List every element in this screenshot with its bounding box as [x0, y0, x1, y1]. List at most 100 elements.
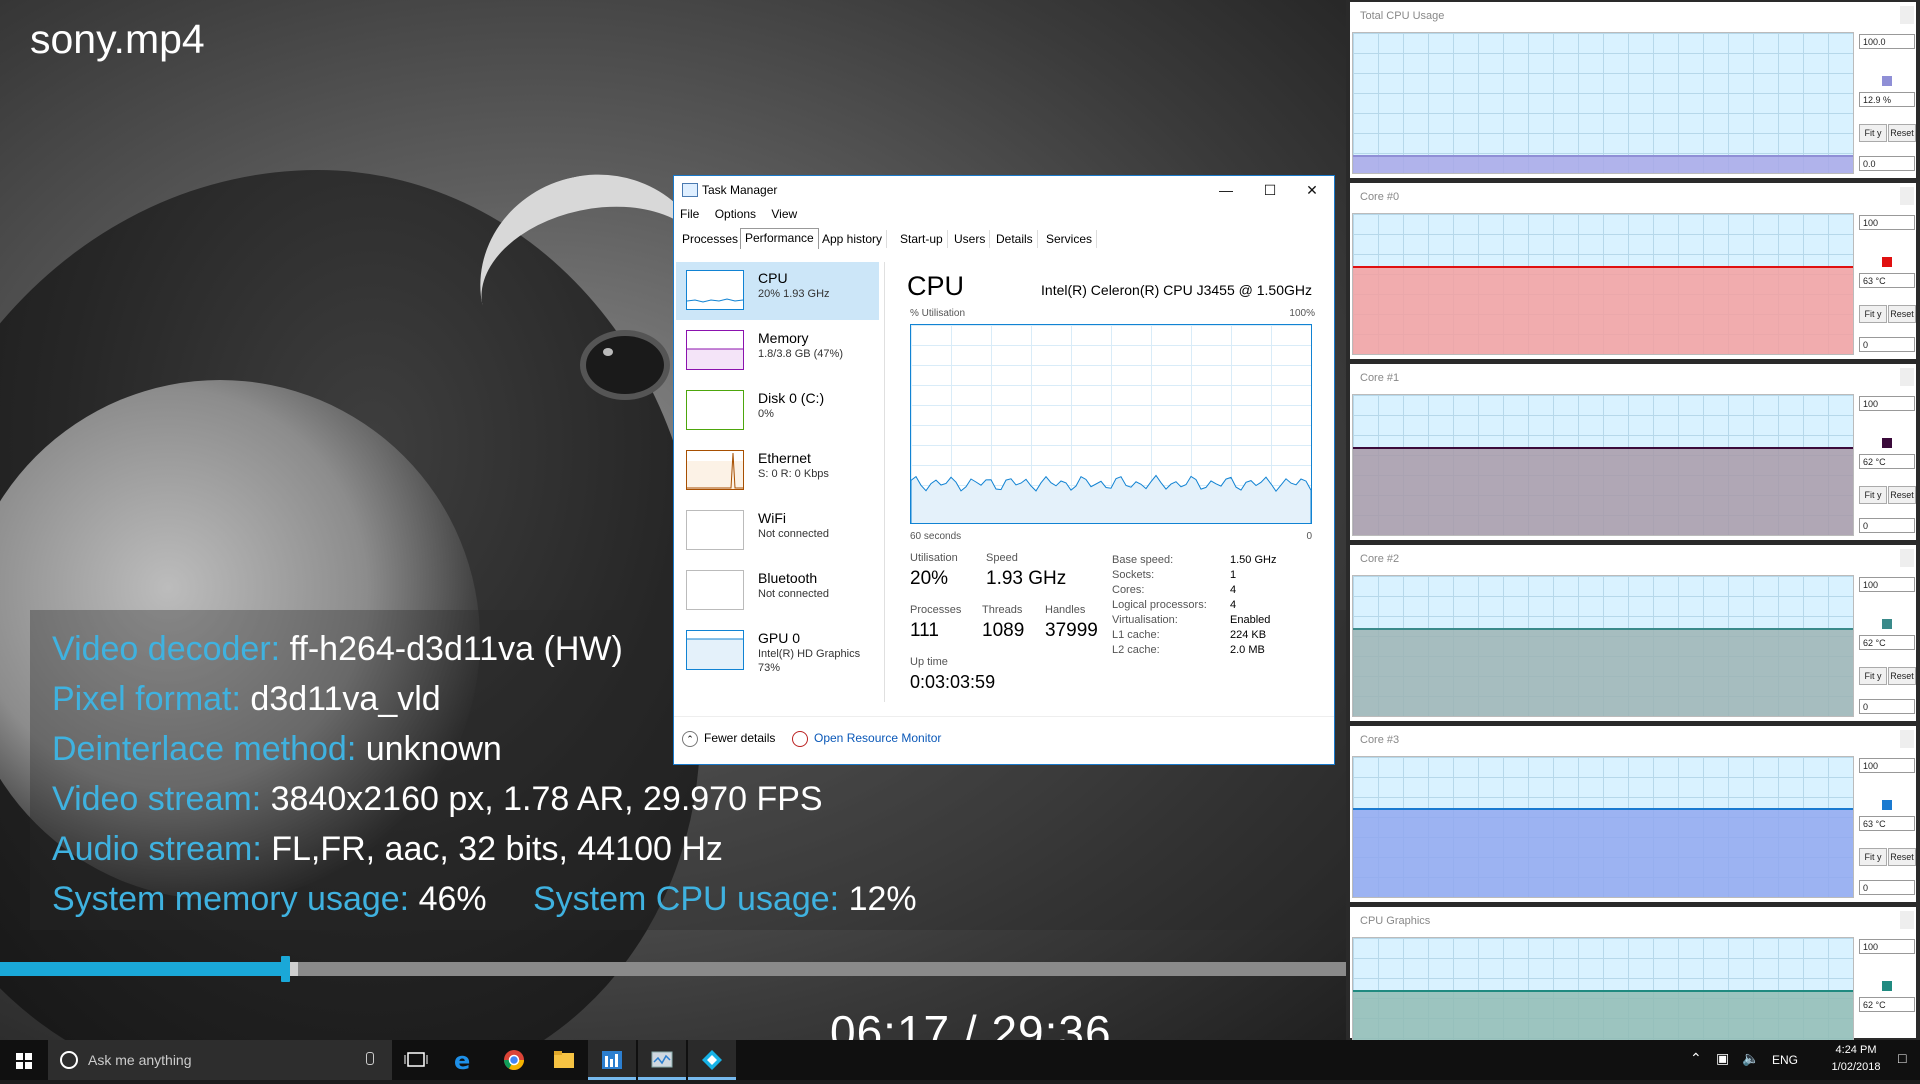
sidebar-item-cpu[interactable]: CPU 20% 1.93 GHz: [676, 262, 879, 320]
graph-min-field[interactable]: 0: [1859, 699, 1915, 714]
monitor-graph-line: [1353, 447, 1853, 449]
current-value-field: 63 °C: [1859, 816, 1915, 831]
stat-uptime-label: Up time: [910, 656, 948, 668]
tab-processes[interactable]: Processes: [678, 230, 744, 248]
monitor-graph-fill: [1353, 448, 1853, 535]
clock-date[interactable]: 1/02/2018: [1820, 1061, 1892, 1073]
monitor-panel-title: Core #1: [1360, 372, 1400, 384]
sidebar-item-name: CPU: [758, 270, 788, 286]
sidebar-item-memory[interactable]: Memory 1.8/3.8 GB (47%): [676, 322, 879, 380]
series-color-swatch[interactable]: [1882, 438, 1892, 448]
panel-scroll-button[interactable]: [1900, 730, 1914, 748]
fit-y-button[interactable]: Fit y: [1859, 486, 1887, 504]
sidebar-item-detail: 20% 1.93 GHz: [758, 288, 830, 300]
tab-start-up[interactable]: Start-up: [896, 230, 948, 248]
series-color-swatch[interactable]: [1882, 619, 1892, 629]
menu-file[interactable]: File: [680, 207, 699, 221]
monitor-panel-title: CPU Graphics: [1360, 915, 1431, 927]
fit-y-button[interactable]: Fit y: [1859, 124, 1887, 142]
microphone-icon[interactable]: [366, 1052, 374, 1065]
start-button[interactable]: [0, 1040, 48, 1080]
edge-browser-icon[interactable]: e: [440, 1040, 488, 1080]
file-explorer-icon[interactable]: [540, 1040, 588, 1080]
maximize-button[interactable]: ☐: [1248, 178, 1292, 202]
resource-app-icon[interactable]: [588, 1040, 636, 1080]
spec-label: L1 cache:: [1112, 629, 1160, 641]
tab-performance[interactable]: Performance: [740, 228, 819, 249]
fit-y-button[interactable]: Fit y: [1859, 667, 1887, 685]
monitor-graph: [1352, 575, 1854, 717]
reset-button[interactable]: Reset: [1888, 124, 1916, 142]
video-filename: sony.mp4: [30, 16, 205, 62]
utilisation-axis-max: 100%: [1289, 308, 1315, 319]
fewer-details-button[interactable]: ⌃ Fewer details: [682, 731, 775, 747]
tab-users[interactable]: Users: [950, 230, 991, 248]
graph-min-field[interactable]: 0.0: [1859, 156, 1915, 171]
reset-button[interactable]: Reset: [1888, 486, 1916, 504]
tab-services[interactable]: Services: [1042, 230, 1098, 248]
info-line-audio-stream: Audio stream: FL,FR, aac, 32 bits, 44100…: [52, 830, 723, 868]
graph-min-field[interactable]: 0: [1859, 337, 1915, 352]
language-indicator[interactable]: ENG: [1772, 1053, 1798, 1067]
footer-divider: [674, 716, 1334, 717]
monitor-graph-fill: [1353, 267, 1853, 354]
chrome-icon[interactable]: [490, 1040, 538, 1080]
graph-min-field[interactable]: 0: [1859, 518, 1915, 533]
close-button[interactable]: ✕: [1290, 178, 1334, 202]
volume-icon[interactable]: 🔈: [1742, 1050, 1759, 1067]
graph-max-field[interactable]: 100: [1859, 215, 1915, 230]
open-resource-monitor-link[interactable]: Open Resource Monitor: [792, 731, 941, 747]
spec-value: Enabled: [1230, 614, 1271, 626]
task-manager-titlebar[interactable]: Task Manager — ☐ ✕: [674, 176, 1334, 204]
tab-details[interactable]: Details: [992, 230, 1038, 248]
task-manager-icon[interactable]: [638, 1040, 686, 1080]
graph-max-field[interactable]: 100: [1859, 939, 1915, 954]
reset-button[interactable]: Reset: [1888, 305, 1916, 323]
sidebar-item-wifi[interactable]: WiFi Not connected: [676, 502, 879, 560]
fit-y-button[interactable]: Fit y: [1859, 305, 1887, 323]
info-line-system-memory: System memory usage: 46%: [52, 880, 487, 918]
current-value-field: 12.9 %: [1859, 92, 1915, 107]
search-box[interactable]: Ask me anything: [48, 1040, 392, 1080]
menu-options[interactable]: Options: [715, 207, 756, 221]
graph-max-field[interactable]: 100: [1859, 577, 1915, 592]
task-manager-window[interactable]: Task Manager — ☐ ✕ File Options View Pro…: [673, 175, 1335, 765]
graph-max-field[interactable]: 100.0: [1859, 34, 1915, 49]
menu-view[interactable]: View: [771, 207, 797, 221]
spec-label: Cores:: [1112, 584, 1145, 596]
graph-min-field[interactable]: 0: [1859, 880, 1915, 895]
graph-max-field[interactable]: 100: [1859, 758, 1915, 773]
panel-scroll-button[interactable]: [1900, 911, 1914, 929]
minimize-button[interactable]: —: [1204, 178, 1248, 202]
series-color-swatch[interactable]: [1882, 800, 1892, 810]
action-center-icon[interactable]: □: [1898, 1050, 1906, 1066]
svg-text:e: e: [454, 1047, 470, 1075]
sidebar-item-disk-0-c[interactable]: Disk 0 (C:) 0%: [676, 382, 879, 440]
sidebar-item-name: Memory: [758, 330, 809, 346]
tab-app-history[interactable]: App history: [818, 230, 888, 248]
graph-max-field[interactable]: 100: [1859, 396, 1915, 411]
series-color-swatch[interactable]: [1882, 257, 1892, 267]
panel-scroll-button[interactable]: [1900, 6, 1914, 24]
network-icon[interactable]: ▣: [1716, 1050, 1729, 1067]
series-color-swatch[interactable]: [1882, 981, 1892, 991]
panel-scroll-button[interactable]: [1900, 549, 1914, 567]
sidebar-item-ethernet[interactable]: Ethernet S: 0 R: 0 Kbps: [676, 442, 879, 500]
sidebar-item-gpu-0[interactable]: GPU 0 Intel(R) HD Graphics 73%: [676, 622, 879, 680]
seek-bar-handle[interactable]: [281, 956, 291, 982]
reset-button[interactable]: Reset: [1888, 667, 1916, 685]
fit-y-button[interactable]: Fit y: [1859, 848, 1887, 866]
clock-time[interactable]: 4:24 PM: [1820, 1044, 1892, 1056]
kodi-icon[interactable]: [688, 1040, 736, 1080]
playback-timecode: 06:17 / 29:36: [830, 1006, 1112, 1040]
stat-threads-value: 1089: [982, 620, 1025, 641]
series-color-swatch[interactable]: [1882, 76, 1892, 86]
reset-button[interactable]: Reset: [1888, 848, 1916, 866]
panel-scroll-button[interactable]: [1900, 187, 1914, 205]
search-input[interactable]: Ask me anything: [88, 1052, 192, 1068]
sidebar-item-bluetooth[interactable]: Bluetooth Not connected: [676, 562, 879, 620]
show-hidden-icons-chevron-icon[interactable]: ⌃: [1690, 1050, 1702, 1067]
monitor-graph-line: [1353, 990, 1853, 992]
panel-scroll-button[interactable]: [1900, 368, 1914, 386]
task-view-icon[interactable]: [392, 1040, 440, 1080]
